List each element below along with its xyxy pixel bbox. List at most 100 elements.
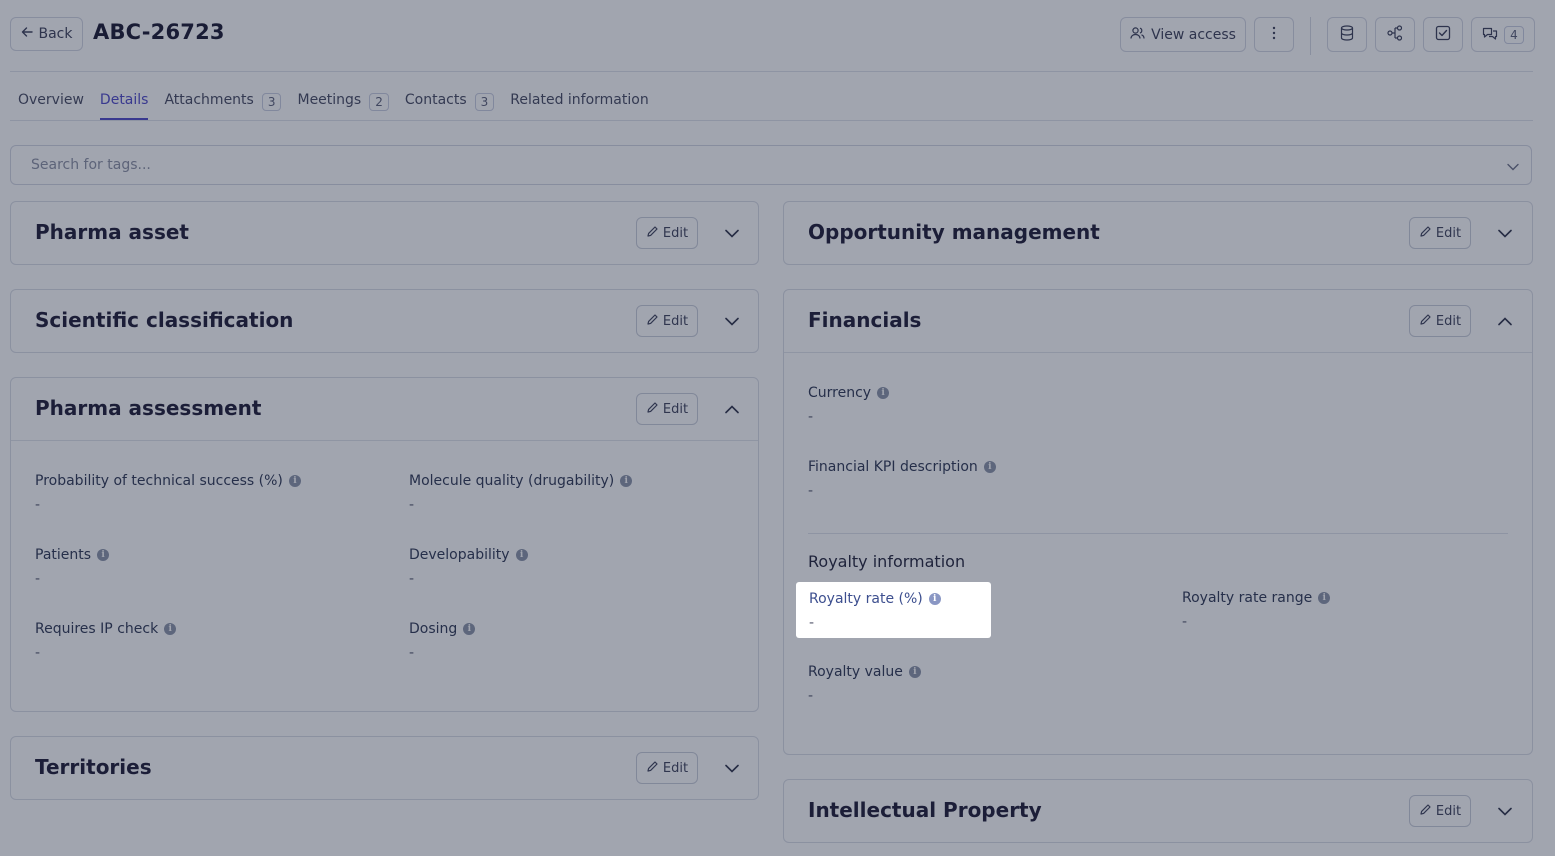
chevron-down-icon[interactable] — [1507, 156, 1519, 175]
section-divider — [808, 533, 1508, 534]
header-separator — [10, 71, 1533, 72]
users-icon — [1130, 26, 1145, 44]
field-label: Developability — [409, 547, 510, 563]
info-icon[interactable]: i — [908, 666, 921, 678]
field-value: - — [808, 688, 814, 704]
comments-button[interactable]: 4 — [1471, 17, 1535, 52]
field-label: Royalty rate range — [1182, 590, 1313, 606]
card-title: Territories — [35, 755, 152, 779]
field-label: Dosing — [409, 621, 458, 637]
field-value: - — [35, 645, 41, 661]
field-value: - — [409, 571, 415, 587]
field-currency: Currency i - — [808, 385, 890, 425]
header-divider — [1310, 17, 1311, 55]
arrow-left-icon — [21, 26, 33, 42]
card-title: Opportunity management — [808, 220, 1100, 244]
info-icon[interactable]: i — [877, 387, 890, 399]
info-icon[interactable]: i — [288, 475, 301, 487]
edit-button[interactable]: Edit — [636, 393, 698, 425]
chevron-down-icon[interactable] — [723, 759, 741, 777]
info-icon[interactable]: i — [463, 623, 476, 635]
field-developability: Developability i - — [409, 547, 528, 587]
pencil-icon — [1419, 803, 1432, 820]
tab-count: 3 — [261, 93, 282, 111]
tab-contacts[interactable]: Contacts 3 — [404, 92, 495, 120]
tab-related-information[interactable]: Related information — [510, 92, 648, 120]
field-molecule-quality: Molecule quality (drugability) i - — [409, 473, 633, 513]
database-icon — [1340, 24, 1354, 45]
tab-label: Details — [99, 92, 149, 108]
field-dosing: Dosing i - — [409, 621, 476, 661]
field-royalty-rate: Royalty rate (%) i - — [809, 591, 941, 631]
card-intellectual-property: Intellectual Property Edit — [783, 779, 1533, 843]
field-label: Financial KPI description — [808, 459, 978, 475]
info-icon[interactable]: i — [515, 549, 528, 561]
chevron-down-icon[interactable] — [1496, 224, 1514, 242]
info-icon[interactable]: i — [620, 475, 633, 487]
card-title: Financials — [808, 308, 922, 332]
field-value: - — [808, 483, 814, 499]
field-value: - — [409, 497, 415, 513]
pencil-icon — [1419, 225, 1432, 242]
field-label: Patients — [35, 547, 92, 563]
edit-button[interactable]: Edit — [1409, 217, 1471, 249]
chevron-down-icon[interactable] — [723, 312, 741, 330]
tab-attachments[interactable]: Attachments 3 — [164, 92, 282, 120]
field-patients: Patients i - — [35, 547, 110, 587]
workflow-button[interactable] — [1375, 17, 1415, 52]
pencil-icon — [646, 760, 659, 777]
edit-button[interactable]: Edit — [636, 752, 698, 784]
pencil-icon — [646, 313, 659, 330]
view-access-label: View access — [1151, 26, 1236, 43]
back-button[interactable]: Back — [10, 17, 83, 51]
field-royalty-rate-range: Royalty rate range i - — [1182, 590, 1331, 630]
chevron-down-icon[interactable] — [723, 224, 741, 242]
field-requires-ip-check: Requires IP check i - — [35, 621, 177, 661]
chevron-up-icon[interactable] — [723, 400, 741, 418]
tab-label: Contacts — [404, 92, 467, 108]
field-label: Requires IP check — [35, 621, 159, 637]
pencil-icon — [646, 401, 659, 418]
field-value: - — [1182, 614, 1188, 630]
page-title: ABC-26723 — [93, 20, 225, 44]
edit-button[interactable]: Edit — [636, 217, 698, 249]
edit-button[interactable]: Edit — [1409, 795, 1471, 827]
info-icon[interactable]: i — [983, 461, 996, 473]
tab-overview[interactable]: Overview — [18, 92, 84, 120]
tag-search[interactable] — [10, 145, 1532, 185]
edit-label: Edit — [662, 313, 689, 329]
field-label: Molecule quality (drugability) — [409, 473, 615, 489]
info-icon[interactable]: i — [97, 549, 110, 561]
card-financials: Financials Edit Currency i - Financial KP… — [783, 289, 1533, 755]
tab-meetings[interactable]: Meetings 2 — [297, 92, 389, 120]
more-options-button[interactable] — [1254, 17, 1294, 52]
chevron-up-icon[interactable] — [1496, 312, 1514, 330]
pencil-icon — [646, 225, 659, 242]
comments-icon — [1482, 26, 1498, 44]
info-icon[interactable]: i — [164, 623, 177, 635]
edit-button[interactable]: Edit — [1409, 305, 1471, 337]
tab-label: Meetings — [297, 92, 362, 108]
card-territories: Territories Edit — [10, 736, 759, 800]
info-icon[interactable]: i — [1318, 592, 1331, 604]
edit-label: Edit — [662, 401, 689, 417]
database-button[interactable] — [1327, 17, 1367, 52]
chevron-down-icon[interactable] — [1496, 802, 1514, 820]
field-value: - — [35, 571, 41, 587]
field-value: - — [35, 497, 41, 513]
spotlight-royalty-rate[interactable]: Royalty rate (%) i - — [796, 582, 991, 638]
tab-details[interactable]: Details — [99, 92, 149, 120]
edit-label: Edit — [1435, 803, 1462, 819]
view-access-button[interactable]: View access — [1120, 17, 1246, 52]
tag-search-input[interactable] — [31, 157, 1507, 173]
card-title: Scientific classification — [35, 308, 294, 332]
edit-button[interactable]: Edit — [636, 305, 698, 337]
edit-label: Edit — [662, 760, 689, 776]
edit-label: Edit — [1435, 313, 1462, 329]
edit-label: Edit — [662, 225, 689, 241]
edit-label: Edit — [1435, 225, 1462, 241]
workflow-icon — [1387, 24, 1403, 45]
card-title: Intellectual Property — [808, 798, 1042, 822]
tasks-button[interactable] — [1423, 17, 1463, 52]
info-icon[interactable]: i — [928, 593, 941, 605]
